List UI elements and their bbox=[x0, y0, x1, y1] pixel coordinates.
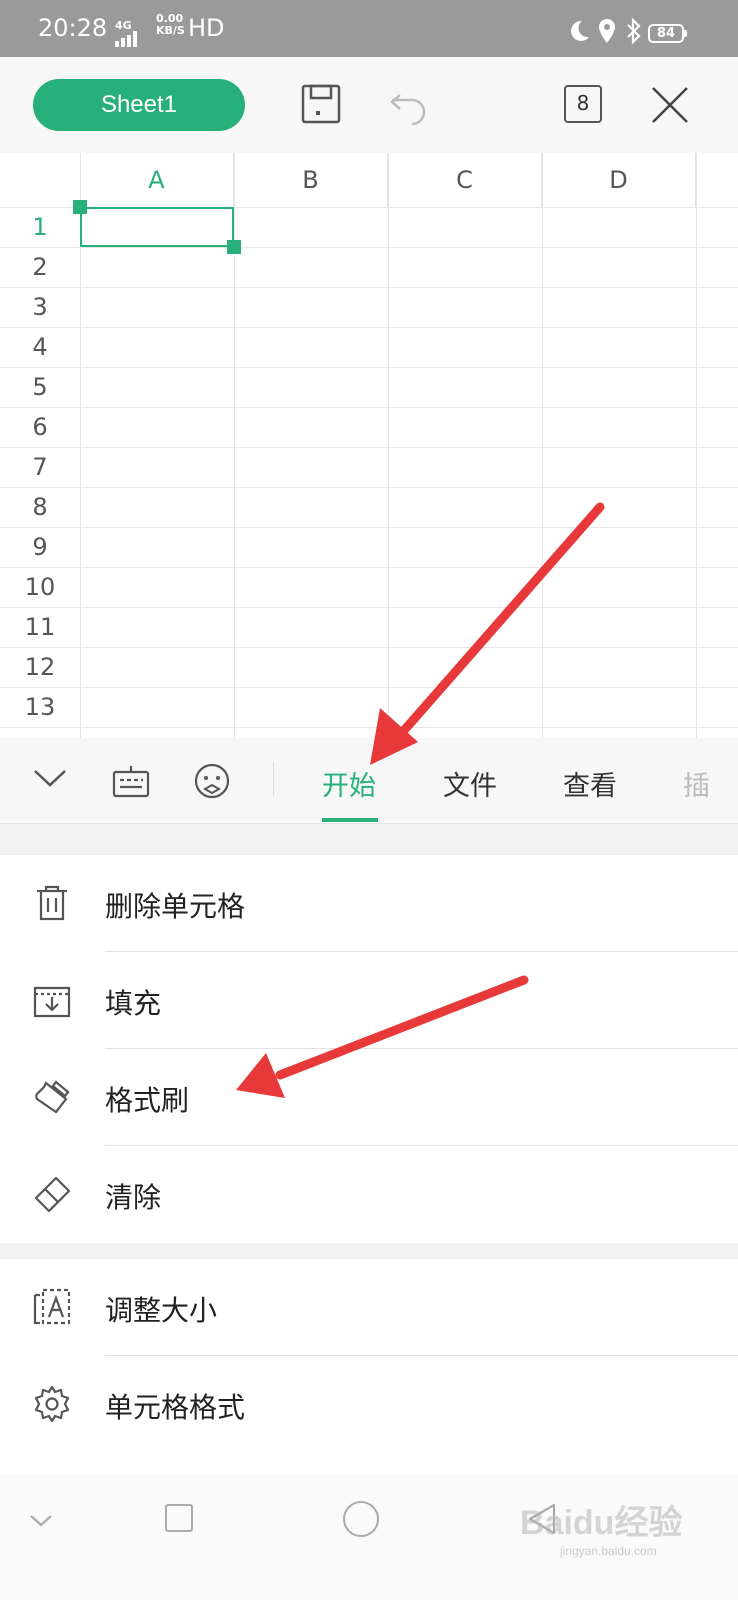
annotation-arrow-start-tab bbox=[370, 502, 605, 765]
annotation-arrow-format-brush bbox=[236, 975, 529, 1098]
annotation-arrows bbox=[236, 502, 605, 1098]
